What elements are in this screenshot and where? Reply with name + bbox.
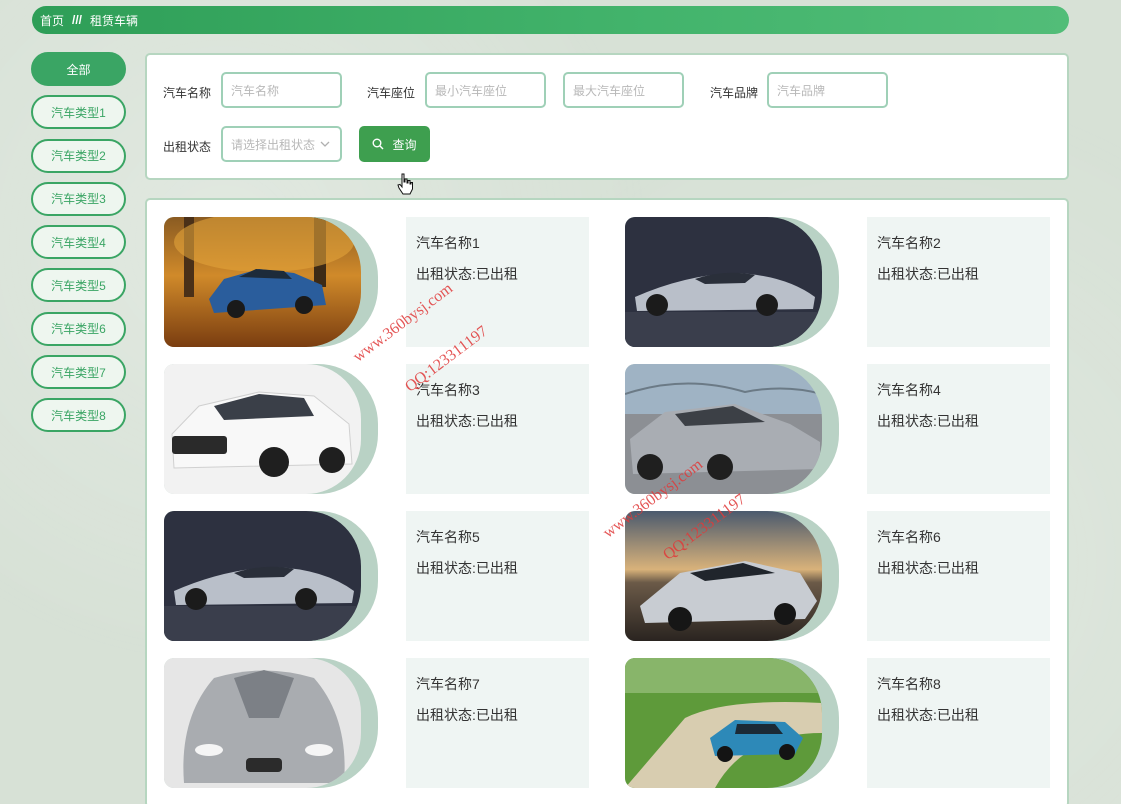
car-image[interactable] — [164, 364, 361, 494]
car-info: 汽车名称6 出租状态:已出租 — [867, 511, 1050, 641]
car-name: 汽车名称6 — [877, 529, 941, 545]
car-name-input[interactable]: 汽车名称 — [221, 72, 342, 108]
car-name: 汽车名称2 — [877, 235, 941, 251]
car-card[interactable]: 汽车名称3 出租状态:已出租 — [164, 364, 590, 494]
car-image[interactable] — [164, 511, 361, 641]
category-type5-button[interactable]: 汽车类型5 — [31, 268, 126, 303]
car-image[interactable] — [625, 658, 822, 788]
category-type7-button[interactable]: 汽车类型7 — [31, 355, 126, 390]
car-card[interactable]: 汽车名称7 出租状态:已出租 — [164, 658, 590, 788]
hand-cursor-icon — [397, 173, 413, 195]
car-image[interactable] — [625, 217, 822, 347]
category-type8-button[interactable]: 汽车类型8 — [31, 398, 126, 433]
search-icon — [372, 138, 384, 150]
max-seat-input[interactable]: 最大汽车座位 — [563, 72, 684, 108]
car-info: 汽车名称8 出租状态:已出租 — [867, 658, 1050, 788]
category-sidebar: 全部 汽车类型1 汽车类型2 汽车类型3 汽车类型4 汽车类型5 汽车类型6 汽… — [31, 52, 127, 442]
car-card[interactable]: 汽车名称8 出租状态:已出租 — [625, 658, 1051, 788]
car-name: 汽车名称4 — [877, 382, 941, 398]
car-name: 汽车名称5 — [416, 529, 480, 545]
car-card[interactable]: 汽车名称4 出租状态:已出租 — [625, 364, 1051, 494]
car-seat-label: 汽车座位 — [367, 86, 416, 100]
car-list-panel: 汽车名称1 出租状态:已出租 汽车名称2 出租状态:已出租 汽车名称3 出租状态… — [145, 198, 1069, 804]
car-image[interactable] — [625, 364, 822, 494]
rent-status: 出租状态:已出租 — [416, 413, 518, 429]
car-info: 汽车名称2 出租状态:已出租 — [867, 217, 1050, 347]
car-info: 汽车名称7 出租状态:已出租 — [406, 658, 589, 788]
query-button-label: 查询 — [392, 137, 417, 152]
category-all-button[interactable]: 全部 — [31, 52, 126, 86]
rent-status: 出租状态:已出租 — [877, 266, 979, 282]
rent-status: 出租状态:已出租 — [416, 560, 518, 576]
car-brand-label: 汽车品牌 — [710, 86, 759, 100]
category-type3-button[interactable]: 汽车类型3 — [31, 181, 126, 216]
car-name: 汽车名称3 — [416, 382, 480, 398]
car-info: 汽车名称3 出租状态:已出租 — [406, 364, 589, 494]
car-card[interactable]: 汽车名称2 出租状态:已出租 — [625, 217, 1051, 347]
breadcrumb-separator: /// — [72, 13, 83, 27]
car-card[interactable]: 汽车名称1 出租状态:已出租 — [164, 217, 590, 347]
car-image[interactable] — [164, 217, 361, 347]
category-type1-button[interactable]: 汽车类型1 — [31, 95, 126, 130]
car-card[interactable]: 汽车名称5 出租状态:已出租 — [164, 511, 590, 641]
rent-status: 出租状态:已出租 — [416, 707, 518, 723]
car-name: 汽车名称8 — [877, 676, 941, 692]
car-name-label: 汽车名称 — [163, 86, 212, 100]
car-image[interactable] — [164, 658, 361, 788]
rent-status-label: 出租状态 — [163, 140, 212, 154]
rent-status-select[interactable]: 请选择出租状态 — [221, 126, 342, 162]
rent-status: 出租状态:已出租 — [416, 266, 518, 282]
rent-status: 出租状态:已出租 — [877, 560, 979, 576]
category-type2-button[interactable]: 汽车类型2 — [31, 138, 126, 173]
breadcrumb-home[interactable]: 首页 — [40, 12, 64, 29]
car-brand-input[interactable]: 汽车品牌 — [767, 72, 888, 108]
category-type6-button[interactable]: 汽车类型6 — [31, 311, 126, 346]
car-info: 汽车名称1 出租状态:已出租 — [406, 217, 589, 347]
chevron-down-icon — [320, 141, 330, 147]
rent-status-placeholder: 请选择出租状态 — [231, 137, 316, 152]
car-info: 汽车名称4 出租状态:已出租 — [867, 364, 1050, 494]
car-info: 汽车名称5 出租状态:已出租 — [406, 511, 589, 641]
car-name: 汽车名称1 — [416, 235, 480, 251]
car-name: 汽车名称7 — [416, 676, 480, 692]
rent-status: 出租状态:已出租 — [877, 707, 979, 723]
breadcrumb: 首页 /// 租赁车辆 — [32, 6, 1069, 34]
rent-status: 出租状态:已出租 — [877, 413, 979, 429]
category-type4-button[interactable]: 汽车类型4 — [31, 225, 126, 260]
query-button[interactable]: 查询 — [359, 126, 430, 162]
breadcrumb-current: 租赁车辆 — [90, 13, 139, 28]
min-seat-input[interactable]: 最小汽车座位 — [425, 72, 546, 108]
search-panel: 汽车名称 汽车名称 汽车座位 最小汽车座位 最大汽车座位 汽车品牌 汽车品牌 出… — [145, 53, 1069, 180]
car-card[interactable]: 汽车名称6 出租状态:已出租 — [625, 511, 1051, 641]
car-image[interactable] — [625, 511, 822, 641]
